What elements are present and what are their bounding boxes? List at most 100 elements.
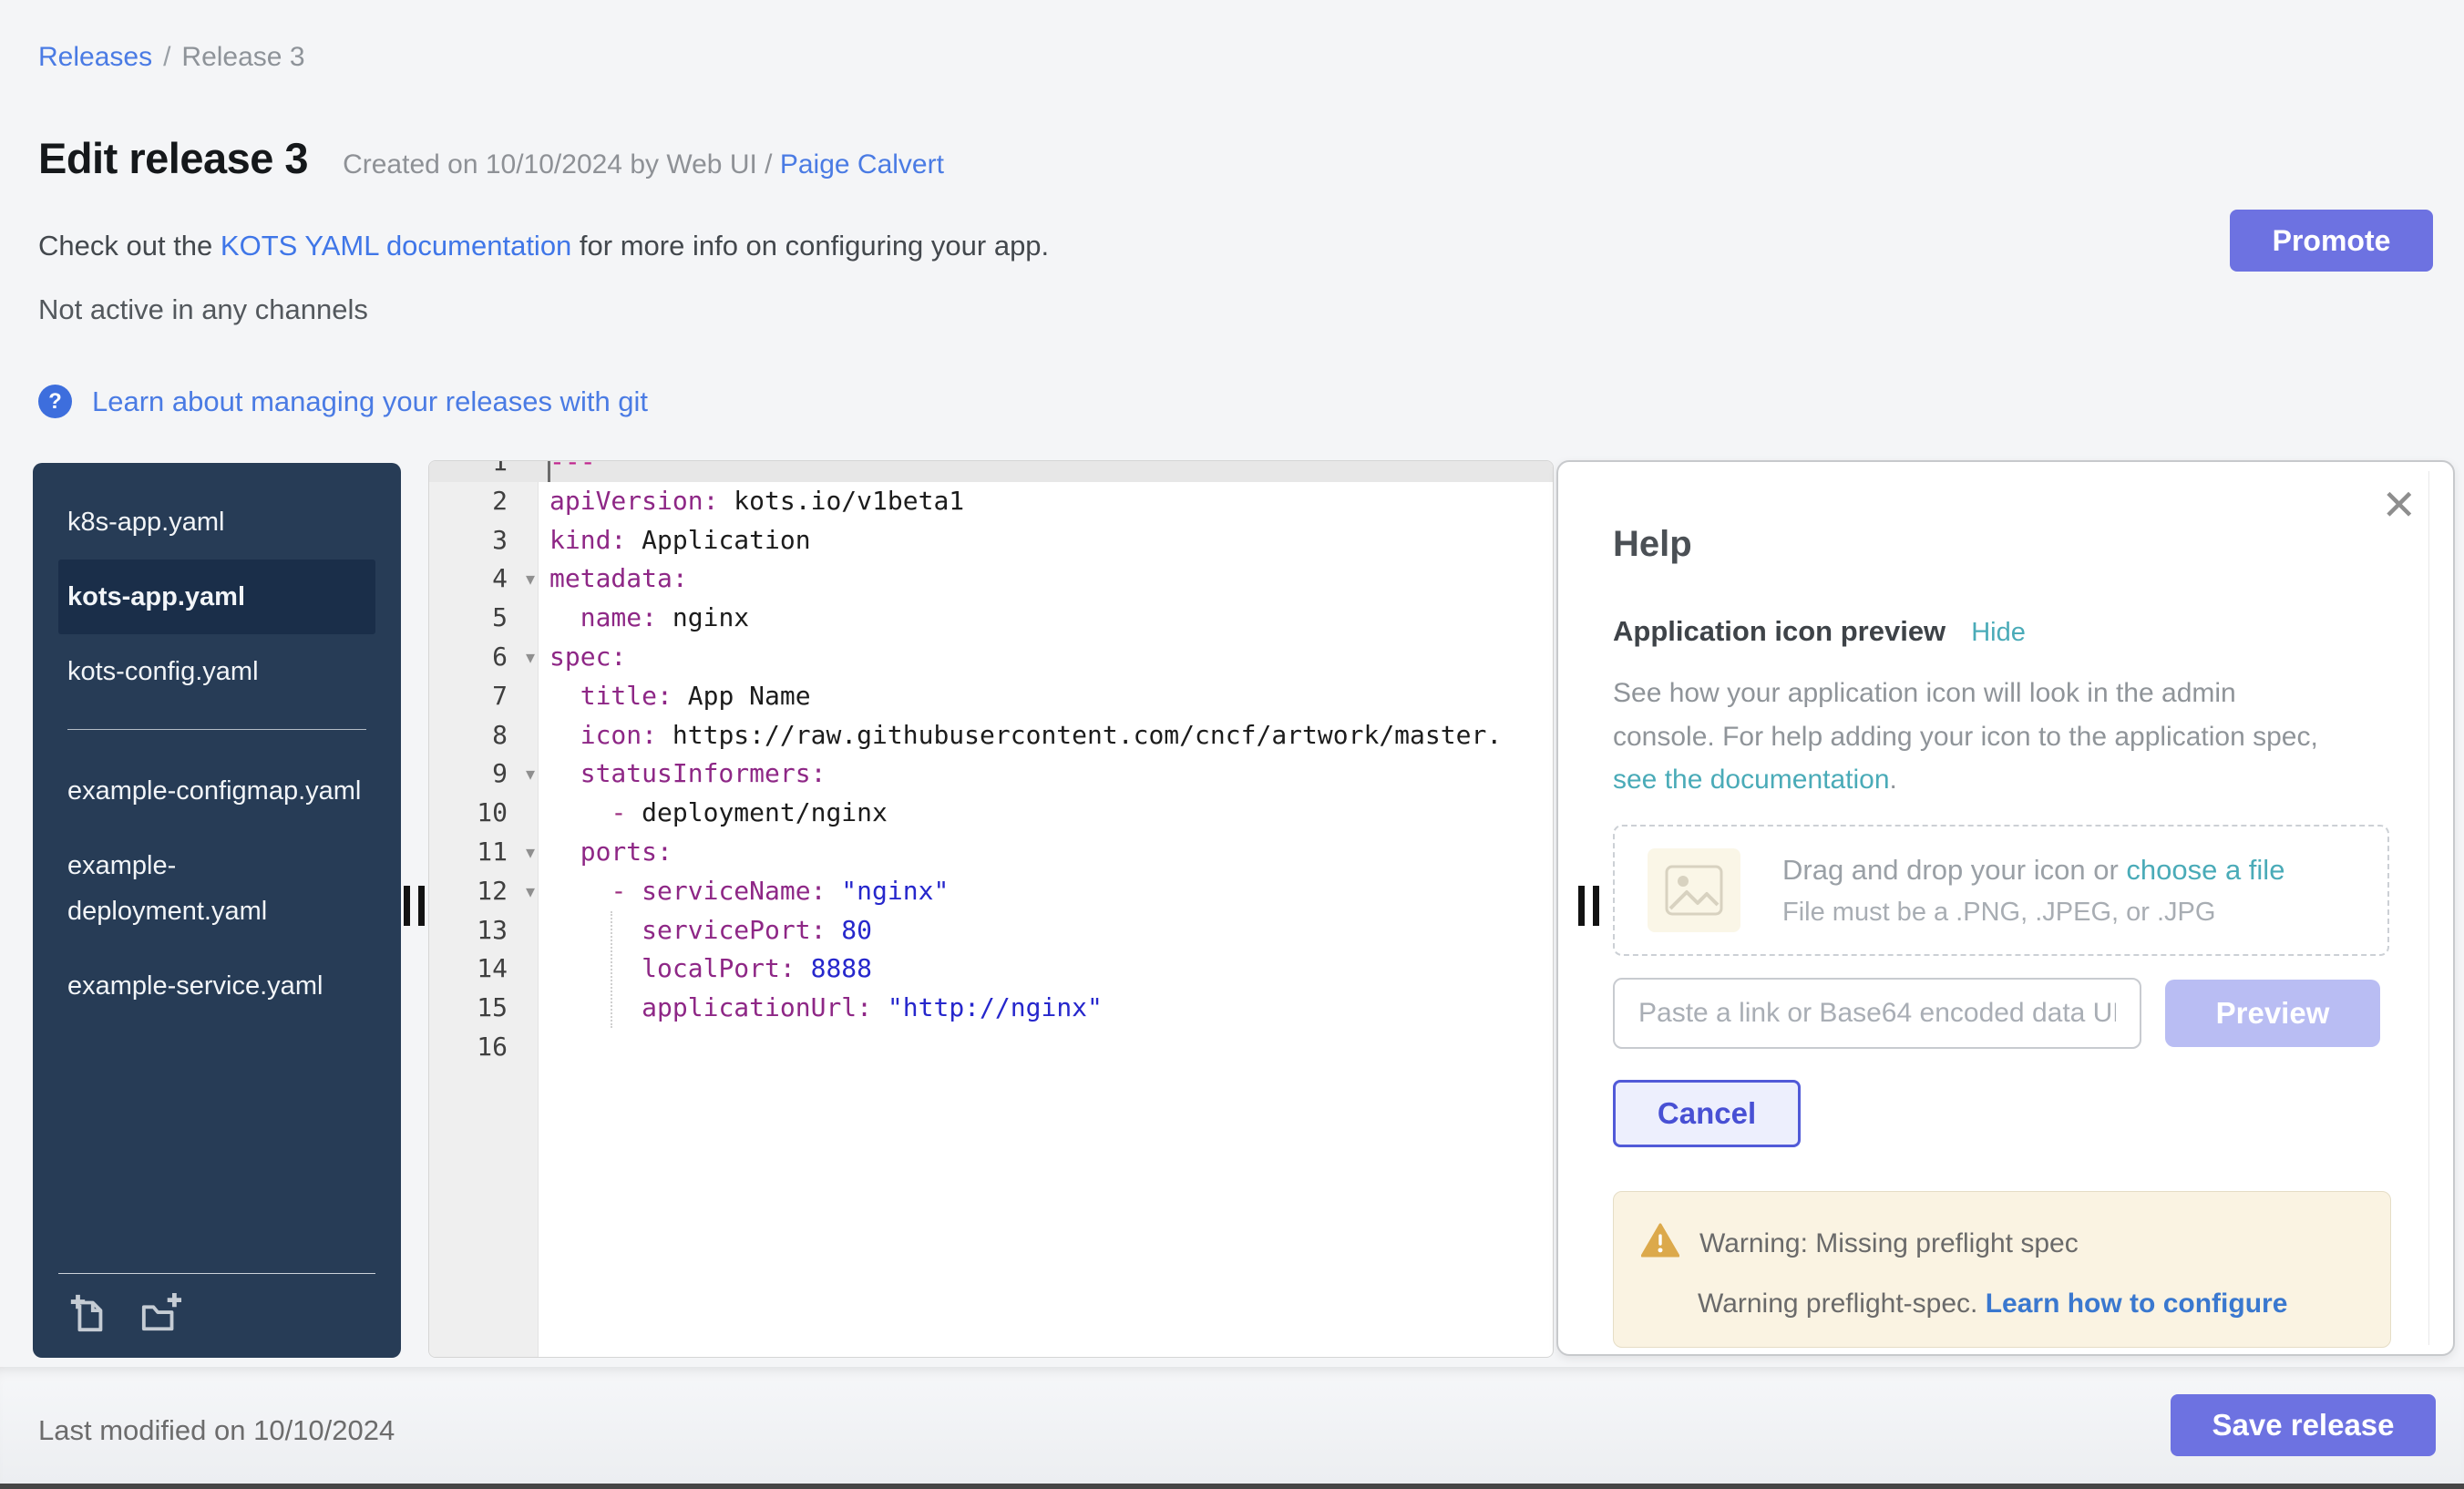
editor-gutter: 1234▾56▾789▾1011▾12▾13141516	[429, 460, 539, 1067]
title-row: Edit release 3 Created on 10/10/2024 by …	[38, 133, 944, 183]
line-number: 4	[429, 560, 539, 599]
save-release-button[interactable]: Save release	[2171, 1394, 2436, 1456]
breadcrumb-releases-link[interactable]: Releases	[38, 42, 152, 72]
line-number: 15	[429, 989, 539, 1028]
fold-arrow-icon[interactable]: ▾	[526, 755, 535, 794]
add-folder-icon	[140, 1323, 182, 1337]
last-modified-text: Last modified on 10/10/2024	[38, 1414, 395, 1447]
file-list-divider	[67, 729, 366, 730]
code-line-2: apiVersion: kots.io/v1beta1	[549, 482, 1553, 521]
file-tree-sidebar: k8s-app.yamlkots-app.yamlkots-config.yam…	[33, 463, 401, 1358]
line-number: 6	[429, 638, 539, 677]
git-help-link[interactable]: Learn about managing your releases with …	[92, 385, 648, 418]
file-item-kots-config.yaml[interactable]: kots-config.yaml	[58, 634, 375, 709]
doc-suffix: for more info on configuring your app.	[571, 230, 1049, 262]
indent-guide	[611, 911, 612, 1028]
code-line-14: localPort: 8888	[549, 950, 1553, 989]
channel-status: Not active in any channels	[38, 293, 368, 326]
file-list-primary: k8s-app.yamlkots-app.yamlkots-config.yam…	[58, 485, 375, 709]
editor-resize-handle-left[interactable]	[404, 886, 425, 926]
icon-preview-description: See how your application icon will look …	[1613, 672, 2318, 802]
line-number: 7	[429, 677, 539, 716]
add-file-icon	[67, 1323, 109, 1337]
image-placeholder-icon	[1648, 848, 1740, 932]
file-item-example-configmap.yaml[interactable]: example-configmap.yaml	[58, 754, 375, 828]
doc-prefix: Check out the	[38, 230, 221, 262]
dropzone-prefix: Drag and drop your icon or	[1782, 854, 2126, 886]
line-number: 5	[429, 599, 539, 638]
window-bottom-edge	[0, 1484, 2464, 1489]
git-help-row: ? Learn about managing your releases wit…	[38, 385, 648, 418]
line-number: 11	[429, 833, 539, 872]
code-line-8: icon: https://raw.githubusercontent.com/…	[549, 716, 1553, 755]
learn-how-to-configure-link[interactable]: Learn how to configure	[1986, 1289, 2288, 1319]
sidebar-footer	[58, 1273, 375, 1358]
description-line2: console. For help adding your icon to th…	[1613, 715, 2318, 759]
description-line3: see the documentation.	[1613, 758, 2318, 802]
code-line-12: - serviceName: "nginx"	[549, 872, 1553, 911]
line-number: 2	[429, 482, 539, 521]
fold-arrow-icon[interactable]: ▾	[526, 638, 535, 677]
description-line1: See how your application icon will look …	[1613, 672, 2318, 715]
doc-line: Check out the KOTS YAML documentation fo…	[38, 230, 1049, 262]
created-author-link[interactable]: Paige Calvert	[780, 149, 944, 180]
add-file-button[interactable]	[67, 1292, 109, 1334]
file-item-example-service.yaml[interactable]: example-service.yaml	[58, 949, 375, 1023]
breadcrumb-current: Release 3	[181, 42, 304, 72]
line-number: 1	[429, 460, 539, 482]
line-number: 10	[429, 794, 539, 833]
warning-icon	[1641, 1223, 1679, 1265]
line-number: 13	[429, 911, 539, 950]
yaml-editor[interactable]: 1234▾56▾789▾1011▾12▾13141516 ---apiVersi…	[428, 460, 1554, 1358]
kots-yaml-doc-link[interactable]: KOTS YAML documentation	[221, 230, 571, 262]
cancel-button[interactable]: Cancel	[1613, 1080, 1801, 1147]
hide-link[interactable]: Hide	[1971, 618, 2026, 648]
created-prefix: Created on 10/10/2024 by Web UI /	[343, 149, 780, 180]
warning-text: Warning: Missing preflight spec	[1699, 1228, 2079, 1259]
code-line-1: ---	[549, 460, 1553, 482]
breadcrumb-separator: /	[163, 42, 170, 72]
file-item-example-deployment.yaml[interactable]: example-deployment.yaml	[58, 828, 375, 949]
dropzone-requirements: File must be a .PNG, .JPEG, or .JPG	[1782, 898, 2284, 928]
created-text: Created on 10/10/2024 by Web UI / Paige …	[343, 149, 944, 180]
code-line-15: applicationUrl: "http://nginx"	[549, 989, 1553, 1028]
promote-button[interactable]: Promote	[2230, 210, 2433, 272]
file-list-secondary: example-configmap.yamlexample-deployment…	[58, 754, 375, 1023]
code-line-4: metadata:	[549, 560, 1553, 599]
icon-dropzone[interactable]: Drag and drop your icon or choose a file…	[1613, 825, 2389, 956]
preview-button[interactable]: Preview	[2165, 980, 2380, 1047]
close-icon[interactable]: ✕	[2381, 484, 2417, 526]
help-panel: ✕ Help Application icon preview Hide See…	[1556, 460, 2455, 1356]
editor-code[interactable]: ---apiVersion: kots.io/v1beta1kind: Appl…	[549, 460, 1553, 1067]
add-folder-button[interactable]	[140, 1292, 182, 1334]
code-line-3: kind: Application	[549, 521, 1553, 560]
code-line-7: title: App Name	[549, 677, 1553, 716]
see-documentation-link[interactable]: see the documentation	[1613, 765, 1890, 795]
help-panel-title: Help	[1613, 524, 1692, 565]
line-number: 9	[429, 755, 539, 794]
line-number: 8	[429, 716, 539, 755]
file-item-k8s-app.yaml[interactable]: k8s-app.yaml	[58, 485, 375, 560]
icon-url-input[interactable]	[1613, 978, 2141, 1049]
code-line-16	[549, 1028, 1553, 1067]
footer-bar: Last modified on 10/10/2024 Save release	[0, 1367, 2464, 1484]
fold-arrow-icon[interactable]: ▾	[526, 560, 535, 599]
fold-arrow-icon[interactable]: ▾	[526, 833, 535, 872]
description-period: .	[1890, 765, 1897, 795]
dropzone-instruction: Drag and drop your icon or choose a file	[1782, 854, 2284, 887]
code-line-5: name: nginx	[549, 599, 1553, 638]
line-number: 3	[429, 521, 539, 560]
line-number: 16	[429, 1028, 539, 1067]
line-number: 12	[429, 872, 539, 911]
warning-detail: Warning preflight-spec. Learn how to con…	[1698, 1289, 2363, 1320]
preflight-warning-box: Warning: Missing preflight spec Warning …	[1613, 1191, 2391, 1348]
help-panel-resize-handle[interactable]	[1578, 886, 1599, 926]
code-line-11: ports:	[549, 833, 1553, 872]
breadcrumb: Releases / Release 3	[38, 42, 305, 73]
fold-arrow-icon[interactable]: ▾	[526, 872, 535, 911]
help-panel-scrollbar-track	[2428, 471, 2429, 1345]
code-line-13: servicePort: 80	[549, 911, 1553, 950]
warning-detail-text: Warning preflight-spec.	[1698, 1289, 1986, 1319]
file-item-kots-app.yaml[interactable]: kots-app.yaml	[58, 560, 375, 634]
choose-a-file-link[interactable]: choose a file	[2126, 854, 2284, 886]
